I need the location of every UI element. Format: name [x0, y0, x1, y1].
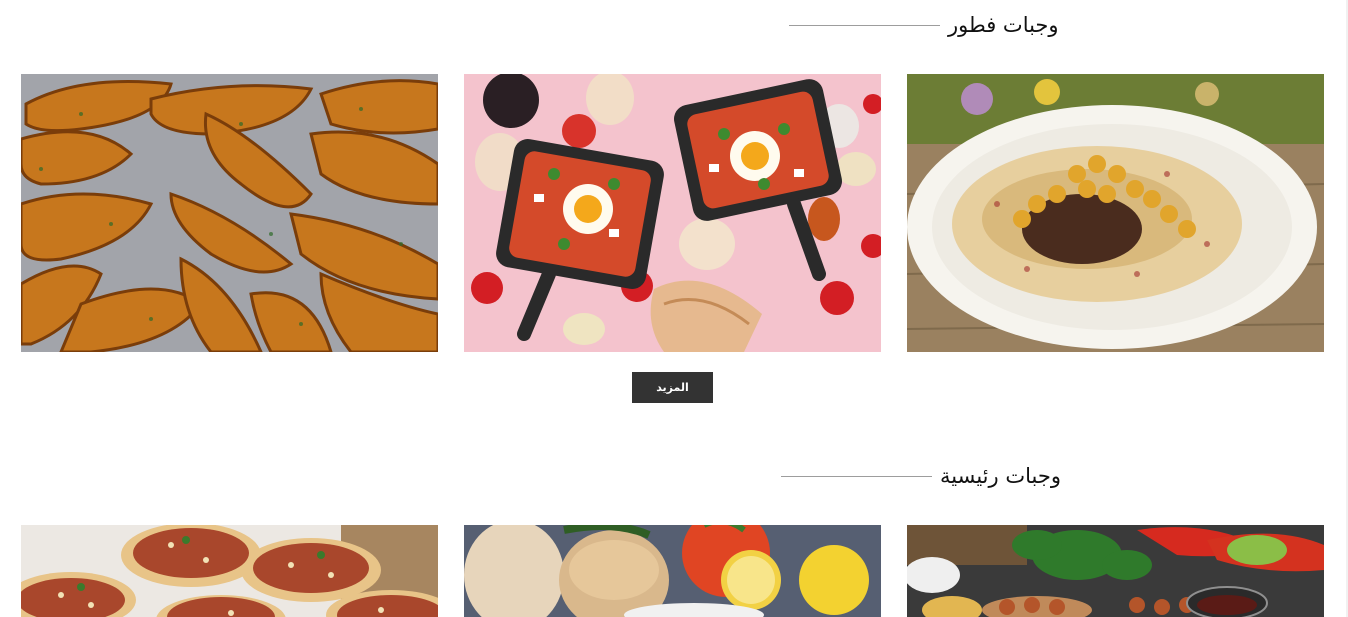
mezze-image — [907, 525, 1324, 617]
meal-card-pita-bread[interactable] — [464, 525, 881, 617]
pita-bread-image — [464, 525, 881, 617]
meal-card-shakshuka[interactable] — [464, 74, 881, 352]
meal-card-potato-wedges[interactable] — [21, 74, 438, 352]
title-divider-line — [789, 24, 940, 26]
meal-card-lahm-bi-ajeen[interactable] — [21, 525, 438, 617]
title-divider-line — [781, 475, 932, 477]
hummus-image — [907, 74, 1324, 352]
meal-card-hummus[interactable] — [907, 74, 1324, 352]
section-title: وجبات رئيسية — [940, 464, 1061, 488]
section-header-breakfast: وجبات فطور — [789, 10, 1059, 40]
more-button[interactable]: المزيد — [632, 372, 713, 403]
page: وجبات فطور المزيد وجبات رئيسية — [0, 0, 1348, 617]
potato-wedges-image — [21, 74, 438, 352]
meal-card-mezze[interactable] — [907, 525, 1324, 617]
lahm-bi-ajeen-image — [21, 525, 438, 617]
shakshuka-image — [464, 74, 881, 352]
section-header-main-meals: وجبات رئيسية — [781, 461, 1061, 491]
section-title: وجبات فطور — [948, 13, 1059, 37]
